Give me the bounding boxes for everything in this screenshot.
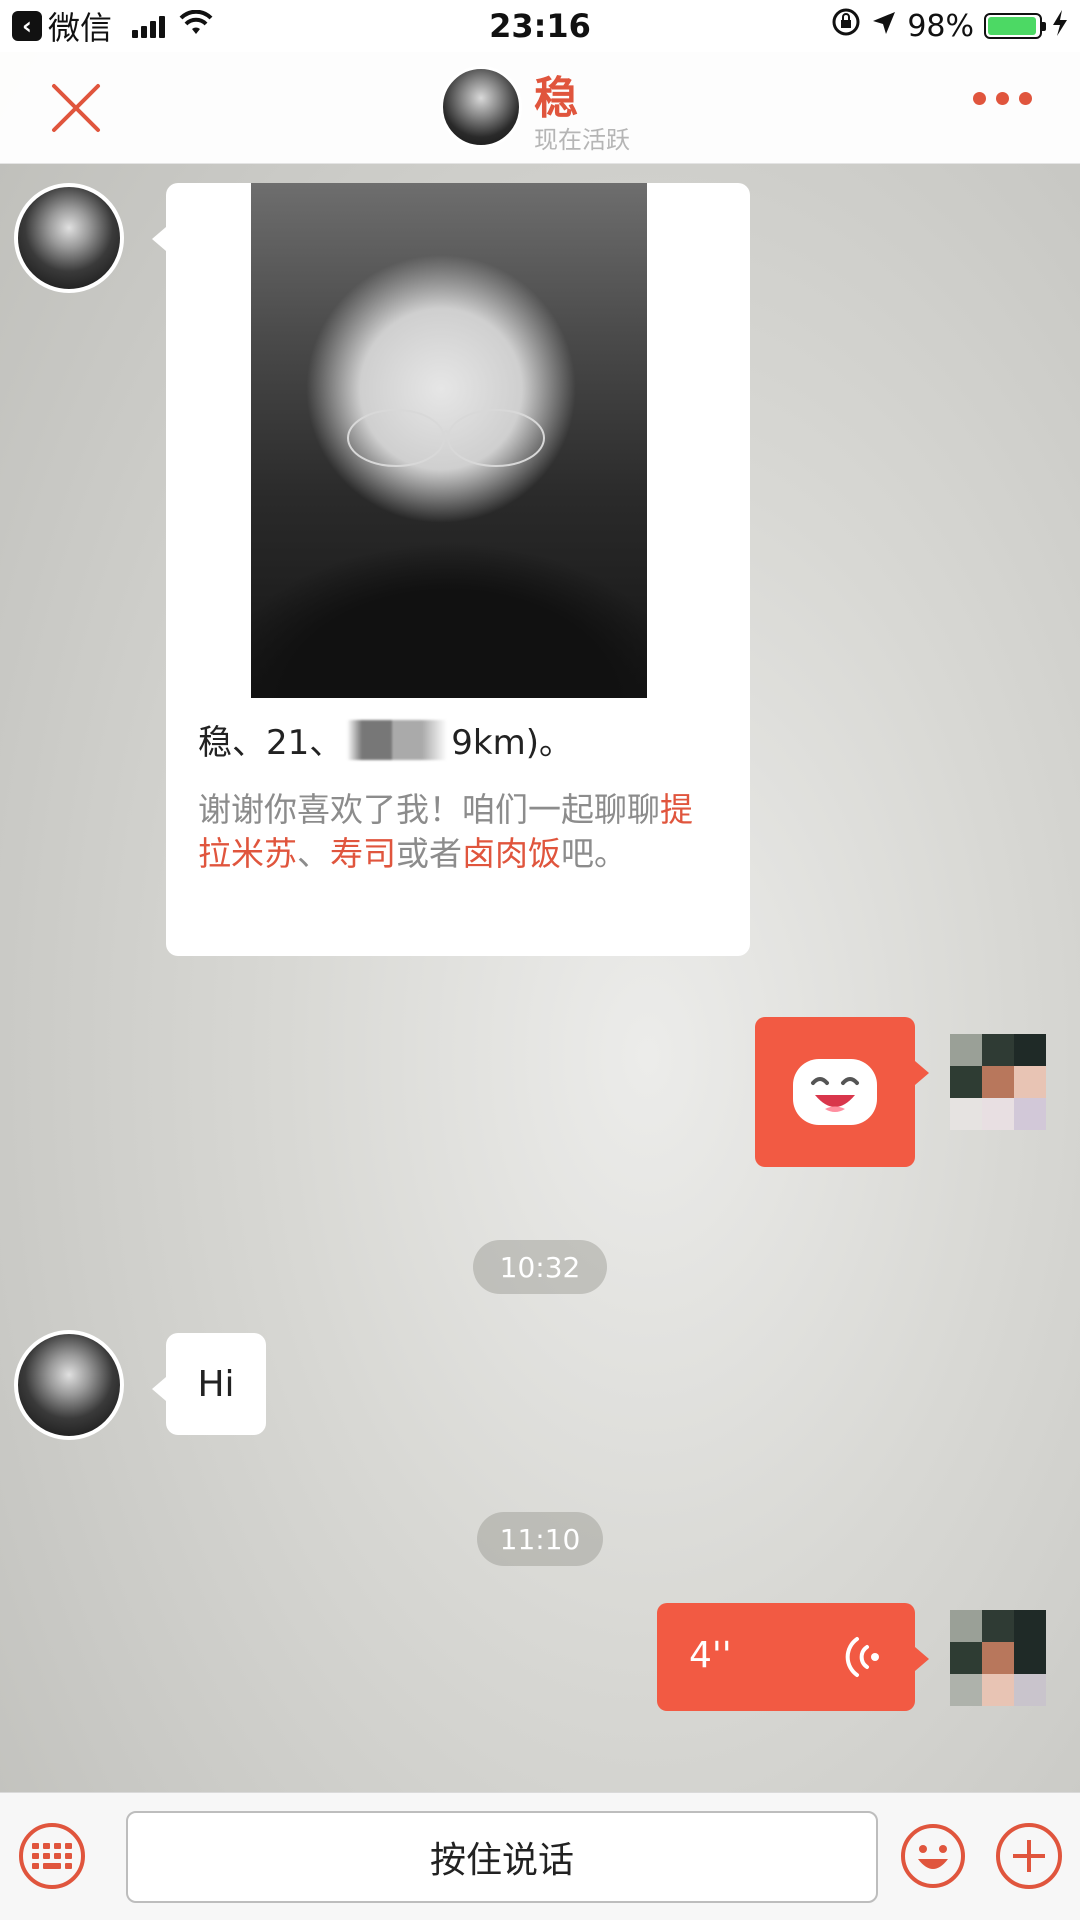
back-app-label: 微信	[48, 9, 113, 47]
profile-greeting: 谢谢你喜欢了我！咱们一起聊聊提拉米苏、寿司或者卤肉饭吧。	[198, 790, 693, 873]
voice-wave-icon	[845, 1637, 879, 1677]
rotation-lock-icon	[831, 7, 861, 45]
signal-icon	[132, 14, 166, 38]
location-arrow-icon	[871, 9, 897, 44]
food-tag-2: 寿司	[330, 834, 396, 873]
more-options-button[interactable]	[973, 92, 1032, 105]
profile-summary: 稳、21、 9km)。	[198, 715, 573, 764]
contact-status: 现在活跃	[534, 126, 630, 154]
back-to-app[interactable]: ‹ 微信	[12, 3, 112, 49]
wifi-icon	[179, 9, 213, 43]
redacted-location	[347, 719, 448, 760]
keyboard-icon	[32, 1843, 72, 1869]
hold-to-talk-button[interactable]: 按住说话	[126, 1811, 878, 1903]
battery-icon	[984, 13, 1046, 39]
back-arrow-icon: ‹	[12, 11, 42, 41]
sent-emoji-message[interactable]	[755, 1017, 929, 1167]
close-icon	[52, 84, 100, 132]
profile-card-message[interactable]: 稳、21、 9km)。 谢谢你喜欢了我！咱们一起聊聊提拉米苏、寿司或者卤肉饭吧。	[152, 183, 750, 956]
input-bar: 按住说话	[0, 1792, 1080, 1920]
contact-avatar-message[interactable]	[14, 183, 124, 293]
more-dots-icon	[973, 92, 986, 105]
status-bar: ‹ 微信 23:16 98%	[0, 0, 1080, 52]
emoji-icon	[901, 1824, 965, 1888]
contact-name: 稳	[534, 73, 578, 124]
my-avatar[interactable]	[950, 1610, 1046, 1706]
my-avatar[interactable]	[950, 1034, 1046, 1130]
smile-emoji-icon	[793, 1059, 877, 1125]
more-actions-button[interactable]	[996, 1823, 1062, 1889]
food-tag-3: 卤肉饭	[462, 834, 561, 873]
glasses-sketch	[347, 409, 545, 467]
emoji-picker-button[interactable]	[900, 1823, 966, 1889]
sent-voice-message[interactable]: 4''	[657, 1603, 929, 1711]
received-text-message[interactable]: Hi	[152, 1333, 266, 1435]
contact-avatar-message[interactable]	[14, 1330, 124, 1440]
contact-avatar[interactable]	[440, 66, 522, 148]
voice-duration: 4''	[689, 1635, 732, 1676]
battery-percent: 98%	[907, 8, 974, 44]
close-button[interactable]	[46, 78, 106, 138]
chat-header: 稳 现在活跃	[0, 52, 1080, 164]
timestamp: 11:10	[477, 1512, 603, 1566]
timestamp: 10:32	[473, 1240, 607, 1294]
charging-bolt-icon	[1052, 9, 1068, 44]
keyboard-toggle-button[interactable]	[19, 1823, 85, 1889]
profile-photo	[251, 183, 647, 698]
